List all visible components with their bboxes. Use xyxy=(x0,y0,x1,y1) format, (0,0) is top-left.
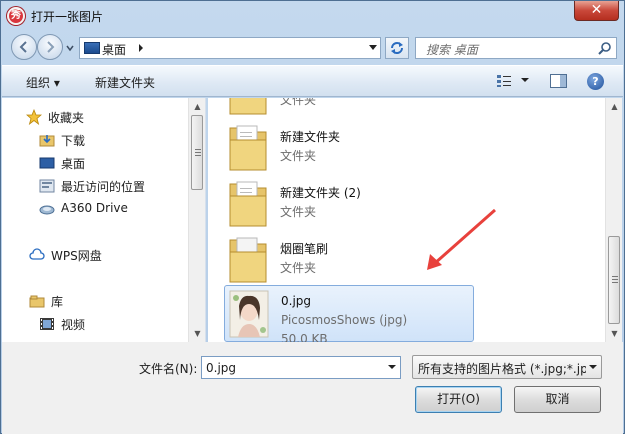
navigation-pane: 收藏夹 下载 桌面 最近访问的位置 A360 Drive WPS网盘 库 视频 xyxy=(2,98,206,342)
organize-button[interactable]: 组织 ▾ xyxy=(26,74,60,91)
sidebar-item-label: 视频 xyxy=(61,318,86,332)
close-icon: ✕ xyxy=(590,2,603,18)
breadcrumb-chevron-icon[interactable] xyxy=(137,42,145,54)
video-icon xyxy=(40,318,54,330)
title-bar: 秀 打开一张图片 ✕ xyxy=(1,1,624,31)
search-icon[interactable] xyxy=(598,41,612,55)
chevron-down-icon[interactable] xyxy=(589,363,597,371)
chevron-down-icon[interactable] xyxy=(388,363,396,371)
view-dropdown-icon[interactable] xyxy=(521,76,529,84)
scrollbar-thumb[interactable] xyxy=(191,115,203,190)
close-button[interactable]: ✕ xyxy=(574,1,619,21)
file-list-scrollbar[interactable]: ▲ ▼ xyxy=(605,98,622,342)
file-list: 文件夹 新建文件夹 文件夹 新建文件夹 (2) 文件夹 烟圈笔刷 文件夹 0.j… xyxy=(208,98,622,342)
navigation-pane-scrollbar[interactable]: ▲ ▼ xyxy=(188,98,205,342)
address-dropdown-icon[interactable] xyxy=(368,41,378,53)
file-type-filter[interactable]: 所有支持的图片格式 (*.jpg;*.jp xyxy=(412,355,602,379)
view-options-icon[interactable] xyxy=(496,74,512,88)
scroll-up-icon[interactable]: ▲ xyxy=(189,98,206,115)
command-toolbar: 组织 ▾ 新建文件夹 ? xyxy=(2,65,623,97)
back-button[interactable] xyxy=(11,34,37,60)
scroll-down-icon[interactable]: ▼ xyxy=(189,325,206,342)
sidebar-item-label: 下载 xyxy=(61,134,86,148)
arrow-left-icon xyxy=(19,41,27,53)
sidebar-item-label: 桌面 xyxy=(61,157,86,171)
filename-label: 文件名(N): xyxy=(139,362,198,376)
desktop-icon xyxy=(39,157,55,169)
navigation-bar: 桌面 搜索 桌面 xyxy=(1,31,624,65)
desktop-icon xyxy=(84,42,100,54)
search-placeholder[interactable]: 搜索 桌面 xyxy=(426,41,478,58)
recent-locations-chevron-icon[interactable] xyxy=(65,43,75,53)
preview-pane-button[interactable] xyxy=(550,74,567,88)
help-icon[interactable]: ? xyxy=(587,73,604,90)
address-text[interactable]: 桌面 xyxy=(102,41,126,58)
scroll-down-icon[interactable]: ▼ xyxy=(606,325,622,342)
file-type-filter-value[interactable]: 所有支持的图片格式 (*.jpg;*.jp xyxy=(418,360,586,377)
refresh-button[interactable] xyxy=(385,37,409,59)
app-logo-icon: 秀 xyxy=(7,7,25,25)
refresh-icon xyxy=(391,42,403,54)
open-button[interactable]: 打开(O) xyxy=(415,386,502,413)
download-folder-icon xyxy=(39,135,55,147)
sidebar-item-label: 库 xyxy=(51,295,64,309)
cancel-button[interactable]: 取消 xyxy=(514,386,601,413)
forward-button[interactable] xyxy=(37,34,63,60)
window-title: 打开一张图片 xyxy=(31,10,104,24)
cloud-drive-icon xyxy=(39,205,55,215)
dialog-footer: 文件名(N): 0.jpg 所有支持的图片格式 (*.jpg;*.jp 打开(O… xyxy=(2,342,623,434)
sidebar-item-label: 最近访问的位置 xyxy=(61,180,146,194)
annotation-arrow-icon xyxy=(427,208,496,270)
arrow-right-icon xyxy=(47,41,55,53)
star-icon xyxy=(26,109,42,125)
scroll-up-icon[interactable]: ▲ xyxy=(606,98,622,115)
sidebar-item-label: A360 Drive xyxy=(61,201,128,215)
sidebar-item-label: WPS网盘 xyxy=(51,249,102,263)
library-icon xyxy=(29,295,45,308)
address-bar[interactable]: 桌面 xyxy=(79,37,381,59)
cloud-icon xyxy=(29,248,45,260)
filename-value[interactable]: 0.jpg xyxy=(206,361,236,375)
new-folder-button[interactable]: 新建文件夹 xyxy=(95,74,155,91)
recent-places-icon xyxy=(39,179,55,193)
search-box[interactable]: 搜索 桌面 xyxy=(415,37,617,59)
sidebar-item-label: 收藏夹 xyxy=(48,111,85,125)
filename-field[interactable]: 0.jpg xyxy=(201,356,401,379)
open-image-dialog: 秀 打开一张图片 ✕ 桌面 搜索 桌面 组织 ▾ 新建文件夹 ? 收藏夹 下载 … xyxy=(0,0,625,434)
scrollbar-thumb[interactable] xyxy=(608,236,620,324)
